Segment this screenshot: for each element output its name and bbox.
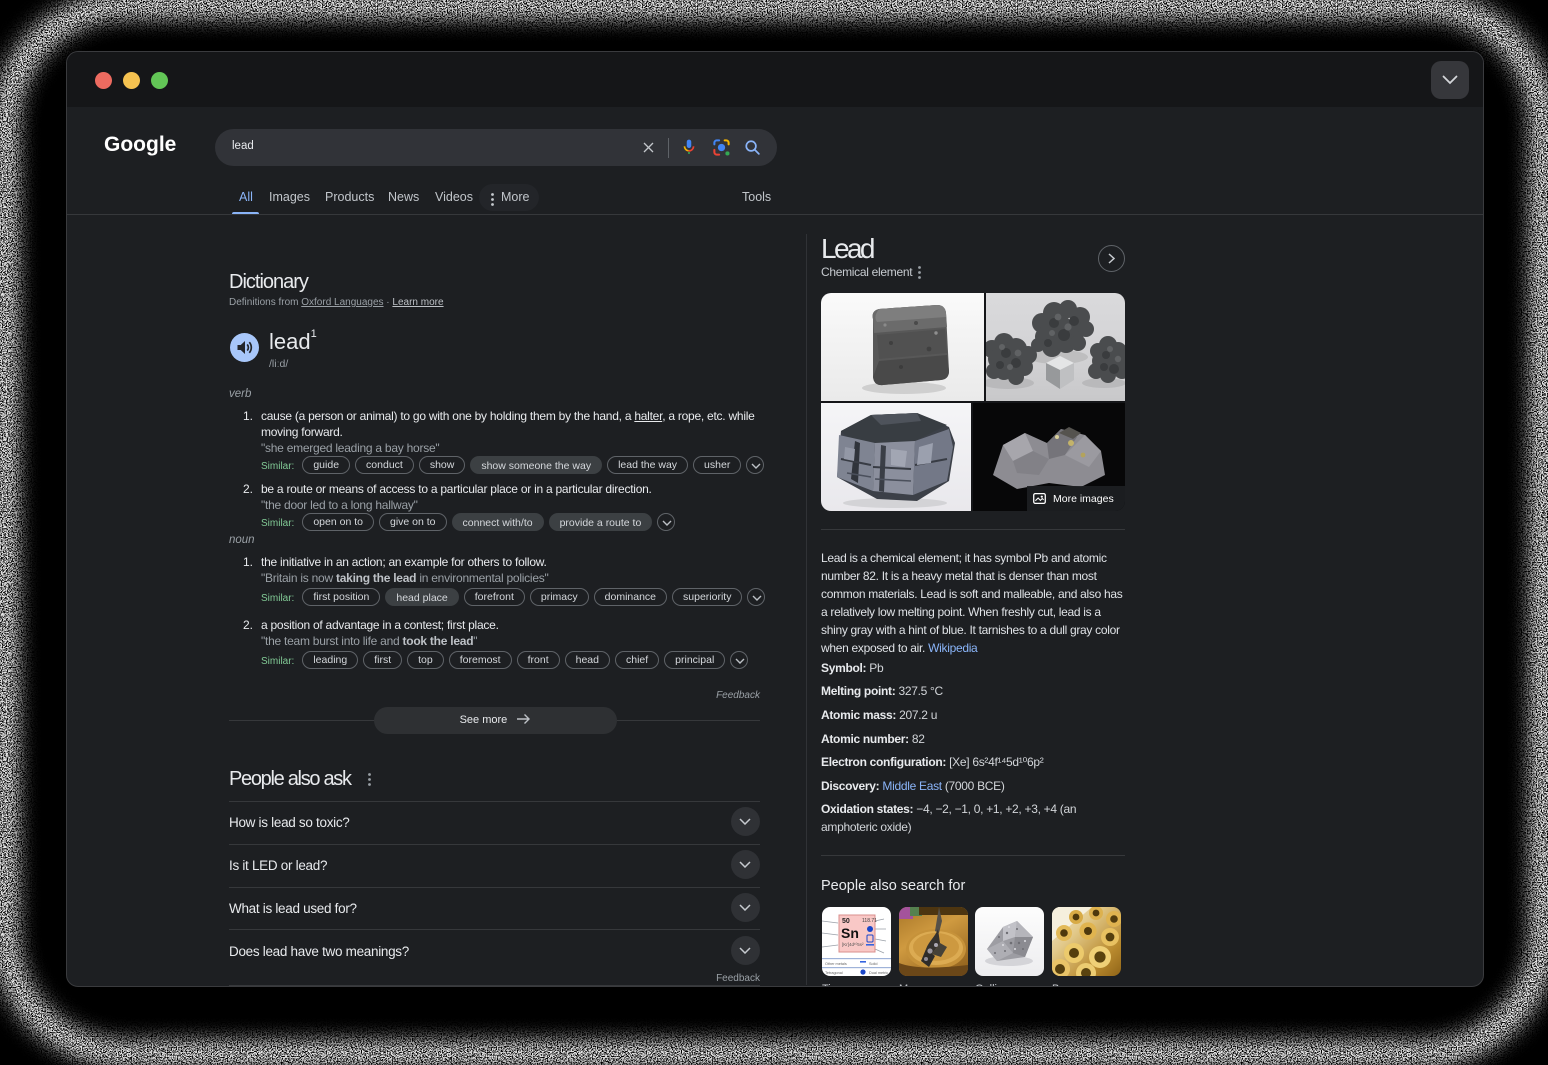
- svg-text:Dual metric: Dual metric: [869, 971, 888, 975]
- svg-text:[Kr]4d¹⁰5s²: [Kr]4d¹⁰5s²: [842, 942, 864, 947]
- svg-text:Solid: Solid: [869, 962, 877, 966]
- svg-text:Tetragonal: Tetragonal: [825, 971, 843, 975]
- svg-text:Other metals: Other metals: [825, 962, 847, 966]
- svg-text:50: 50: [842, 918, 850, 925]
- svg-text:Sn: Sn: [841, 925, 859, 941]
- svg-text:118.71: 118.71: [862, 918, 877, 924]
